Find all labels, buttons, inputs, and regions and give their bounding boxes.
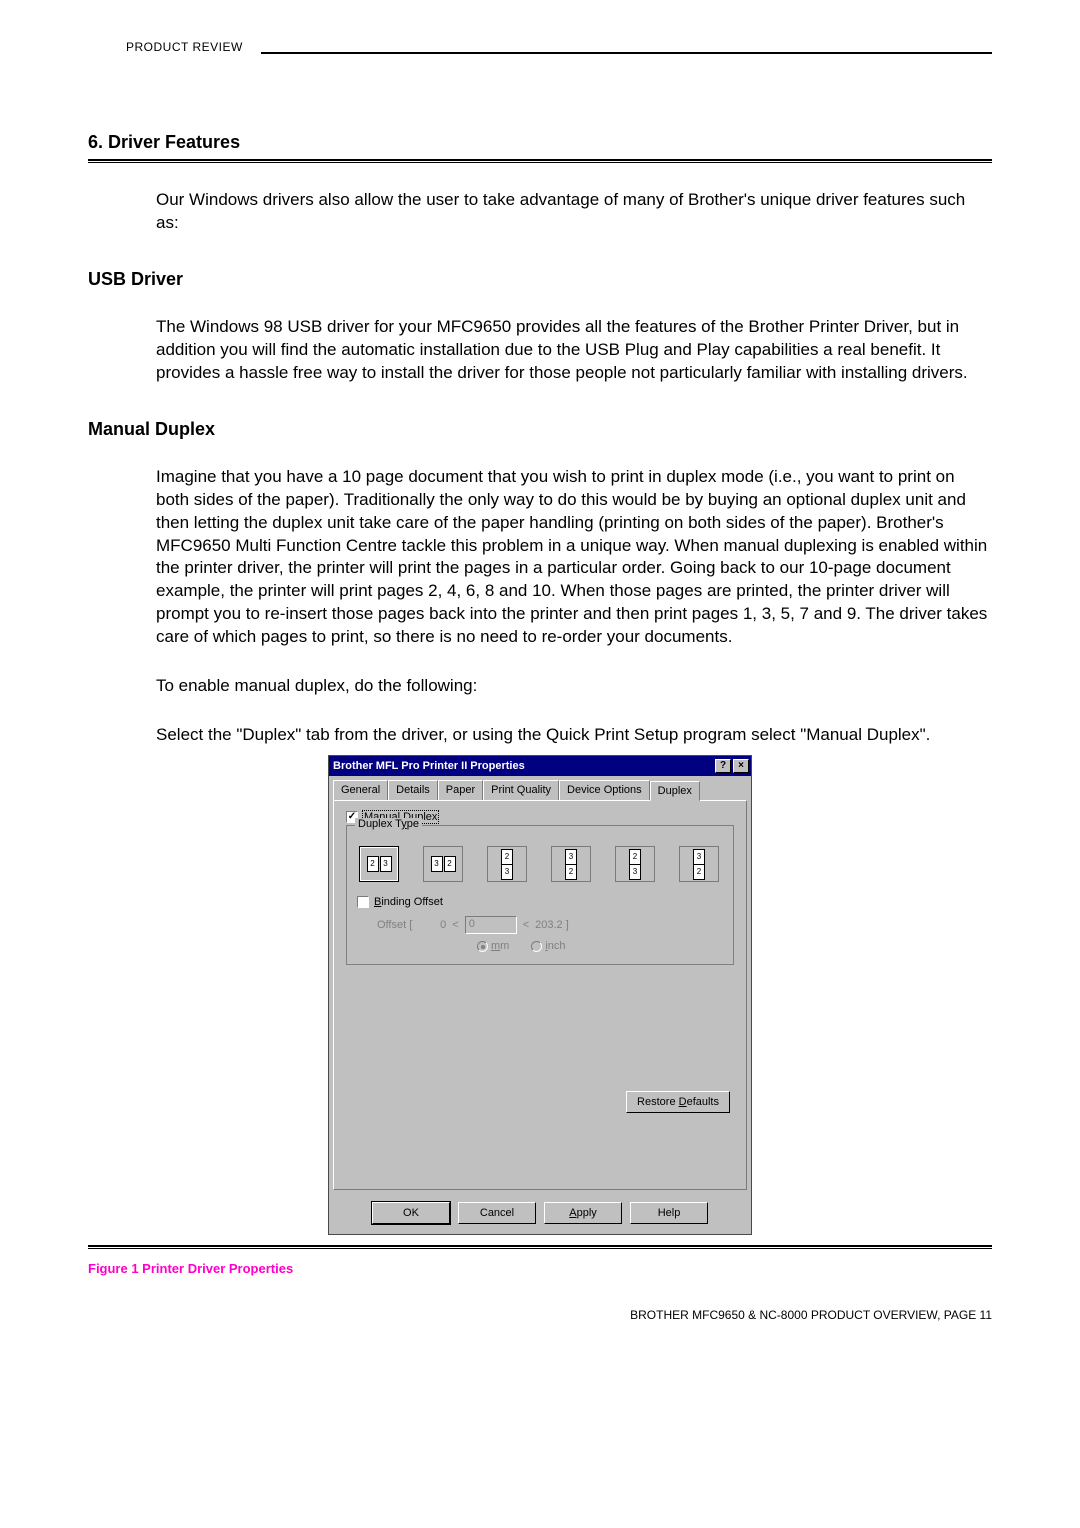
offset-input[interactable]: 0 [465,916,517,934]
tab-general[interactable]: General [333,780,388,800]
duplex-type-option-2[interactable]: 32 [423,846,463,882]
printer-properties-dialog: Brother MFL Pro Printer II Properties ? … [328,755,752,1235]
dialog-button-row: OK Cancel Apply Help [329,1194,751,1234]
binding-offset-checkbox[interactable] [357,896,369,908]
cancel-button[interactable]: Cancel [458,1202,536,1224]
section-rule [88,159,992,161]
manual-duplex-enable-line: To enable manual duplex, do the followin… [156,675,992,698]
tab-details[interactable]: Details [388,780,438,800]
usb-driver-body: The Windows 98 USB driver for your MFC96… [156,316,992,385]
binding-offset-label: Binding Offset [374,896,443,908]
offset-max: 203.2 ] [535,919,569,931]
duplex-type-legend: Duplex Type [355,818,422,830]
help-icon[interactable]: ? [715,759,731,773]
duplex-tab-panel: ✓ Manual Duplex Duplex Type 23 32 23 [333,800,747,1190]
binding-offset-checkbox-row[interactable]: Binding Offset [357,896,723,908]
page-footer: BROTHER MFC9650 & NC-8000 PRODUCT OVERVI… [88,1308,992,1322]
tab-device-options[interactable]: Device Options [559,780,650,800]
intro-paragraph: Our Windows drivers also allow the user … [156,189,992,235]
restore-defaults-button[interactable]: Restore Defaults [626,1091,730,1113]
manual-duplex-body: Imagine that you have a 10 page document… [156,466,992,650]
dialog-title: Brother MFL Pro Printer II Properties [333,760,525,772]
header-rule [261,52,992,54]
figure-rule-thin [88,1248,992,1249]
offset-lt1: < [452,919,458,931]
duplex-type-option-4[interactable]: 32 [551,846,591,882]
dialog-tabs: General Details Paper Print Quality Devi… [329,776,751,800]
duplex-type-option-1[interactable]: 23 [359,846,399,882]
figure-caption: Figure 1 Printer Driver Properties [88,1261,992,1276]
section-title: 6. Driver Features [88,132,992,153]
close-icon[interactable]: × [733,759,749,773]
offset-label: Offset [ [377,919,412,931]
help-button[interactable]: Help [630,1202,708,1224]
ok-button[interactable]: OK [372,1202,450,1224]
manual-duplex-heading: Manual Duplex [88,419,992,440]
duplex-type-group: Duplex Type 23 32 23 32 [346,825,734,965]
tab-paper[interactable]: Paper [438,780,483,800]
unit-mm-radio[interactable]: mm [477,940,509,952]
unit-inch-radio[interactable]: inch [531,940,565,952]
offset-lt2: < [523,919,529,931]
manual-duplex-select-line: Select the "Duplex" tab from the driver,… [156,724,992,747]
dialog-titlebar[interactable]: Brother MFL Pro Printer II Properties ? … [329,756,751,776]
offset-min: 0 [418,919,446,931]
figure-rule [88,1245,992,1247]
offset-row: Offset [ 0 < 0 < 203.2 ] [357,916,723,934]
duplex-type-option-5[interactable]: 23 [615,846,655,882]
apply-button[interactable]: Apply [544,1202,622,1224]
page-header: PRODUCT REVIEW [88,40,992,54]
header-label: PRODUCT REVIEW [88,40,243,54]
usb-driver-heading: USB Driver [88,269,992,290]
tab-print-quality[interactable]: Print Quality [483,780,559,800]
duplex-type-option-3[interactable]: 23 [487,846,527,882]
duplex-type-option-6[interactable]: 32 [679,846,719,882]
tab-duplex[interactable]: Duplex [650,781,700,801]
section-rule-thin [88,162,992,163]
offset-units-row: mm inch [357,940,723,952]
